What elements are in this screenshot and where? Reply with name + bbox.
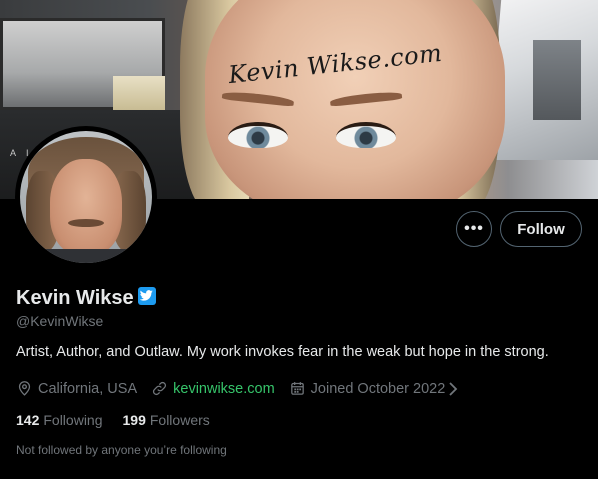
location-item: California, USA [16, 380, 137, 397]
link-icon [153, 381, 167, 396]
banner-shelf [0, 18, 165, 126]
verified-badge-icon[interactable] [137, 286, 156, 305]
following-link[interactable]: 142 Following [16, 412, 103, 428]
name-row: Kevin Wikse [16, 286, 156, 310]
avatar-image [20, 131, 152, 263]
profile-page: Kevin Wikse.com A I ••• Follow Kevin Wik… [0, 0, 598, 479]
follow-stats: 142 Following 199 Followers [16, 412, 230, 428]
profile-bio: Artist, Author, and Outlaw. My work invo… [16, 344, 549, 360]
banner-eye-left [228, 122, 288, 148]
website-link[interactable]: kevinwikse.com [173, 381, 275, 397]
chevron-right-icon [448, 381, 463, 396]
mutual-followers-note: Not followed by anyone you’re following [16, 443, 227, 457]
joined-item[interactable]: Joined October 2022 [289, 380, 464, 397]
following-label: Following [43, 412, 103, 428]
location-text: California, USA [38, 380, 138, 397]
avatar[interactable] [15, 126, 157, 268]
joined-text: Joined October 2022 [310, 380, 446, 397]
website-item[interactable]: kevinwikse.com [151, 380, 275, 397]
display-name: Kevin Wikse [16, 287, 134, 309]
follow-button[interactable]: Follow [500, 211, 582, 247]
profile-meta: California, USA kevinwikse.com Joined Oc… [16, 380, 477, 397]
banner-eye-right [336, 122, 396, 148]
followers-label: Followers [149, 412, 210, 428]
followers-link[interactable]: 199 Followers [123, 412, 210, 428]
following-count: 142 [16, 412, 40, 428]
location-pin-icon [18, 381, 31, 396]
calendar-icon [290, 382, 304, 395]
more-options-button[interactable]: ••• [456, 211, 492, 247]
followers-count: 199 [122, 412, 146, 428]
user-handle: @KevinWikse [16, 313, 104, 329]
more-dots-icon: ••• [464, 220, 484, 237]
